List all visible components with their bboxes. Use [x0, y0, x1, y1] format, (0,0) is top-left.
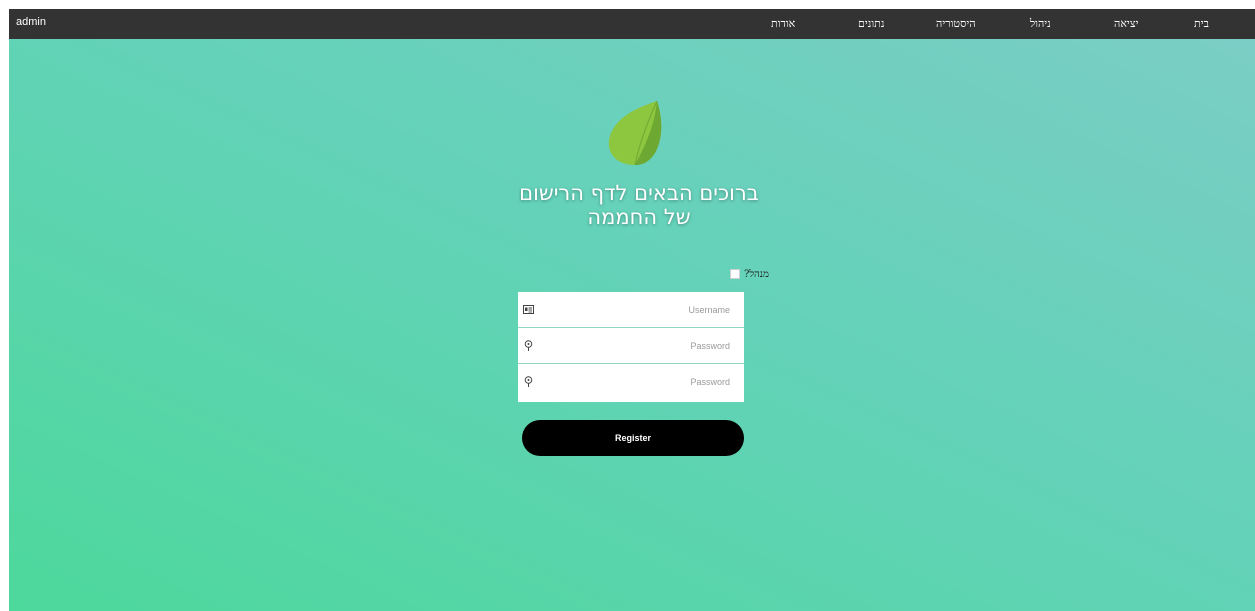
register-button[interactable]: Register	[522, 420, 744, 456]
admin-checkbox-label: מנהל?	[744, 268, 769, 280]
nav-item-data[interactable]: נתונים	[858, 9, 884, 39]
password-input[interactable]	[548, 339, 732, 352]
nav-item-history[interactable]: היסטוריה	[936, 9, 976, 39]
username-input[interactable]	[548, 303, 732, 316]
nav-item-logout[interactable]: יציאה	[1114, 9, 1138, 39]
key-icon	[522, 340, 534, 352]
page-background: admin בית יציאה ניהול היסטוריה נתונים או…	[9, 9, 1255, 611]
top-navbar: admin בית יציאה ניהול היסטוריה נתונים או…	[9, 9, 1255, 39]
key-icon	[522, 376, 534, 388]
admin-checkbox-row: מנהל?	[689, 267, 769, 281]
nav-item-admin[interactable]: ניהול	[1030, 9, 1051, 39]
confirm-password-input[interactable]	[548, 375, 732, 388]
username-field-row	[518, 292, 744, 328]
confirm-password-field-row	[518, 364, 744, 399]
password-field-row	[518, 328, 744, 364]
welcome-line-1: ברוכים הבאים לדף הרישום	[519, 181, 759, 205]
admin-checkbox[interactable]	[730, 269, 741, 279]
nav-item-home[interactable]: בית	[1194, 9, 1209, 39]
welcome-heading: ברוכים הבאים לדף הרישום של החממה	[429, 181, 849, 229]
register-form	[518, 292, 744, 402]
nav-item-about[interactable]: אודות	[771, 9, 795, 39]
id-card-icon	[522, 304, 534, 316]
welcome-line-2: של החממה	[587, 205, 691, 229]
current-user: admin	[16, 16, 46, 28]
leaf-icon	[605, 99, 665, 167]
